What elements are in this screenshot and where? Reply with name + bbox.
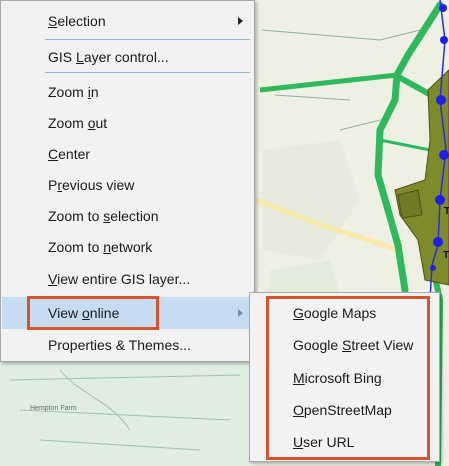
network-label: T	[444, 206, 449, 217]
menu-item-view-online[interactable]: View online	[2, 297, 253, 329]
submenu-item-google-street-view[interactable]: Google Street View	[250, 331, 439, 359]
menu-item-view-entire-gis-layer[interactable]: View entire GIS layer...	[2, 265, 253, 293]
menu-separator	[45, 39, 250, 40]
menu-item-selection[interactable]: Selection	[2, 7, 253, 35]
submenu-item-microsoft-bing[interactable]: Microsoft Bing	[250, 364, 439, 392]
menu-item-zoom-to-selection[interactable]: Zoom to selection	[2, 202, 253, 230]
menu-item-properties-themes[interactable]: Properties & Themes...	[2, 331, 253, 359]
submenu-arrow-icon	[238, 17, 243, 25]
menu-item-previous-view[interactable]: Previous view	[2, 171, 253, 199]
context-menu: Selection GIS Layer control... Zoom in Z…	[0, 0, 255, 362]
view-online-submenu: Google Maps Google Street View Microsoft…	[249, 292, 440, 462]
menu-separator	[45, 72, 250, 73]
submenu-item-user-url[interactable]: User URL	[250, 428, 439, 456]
submenu-arrow-icon	[238, 309, 243, 317]
network-label: T	[443, 250, 449, 261]
menu-item-zoom-in[interactable]: Zoom in	[2, 78, 253, 106]
submenu-item-openstreetmap[interactable]: OpenStreetMap	[250, 396, 439, 424]
place-label: Hempton Farm	[30, 405, 77, 412]
menu-item-zoom-out[interactable]: Zoom out	[2, 109, 253, 137]
menu-item-gis-layer-control[interactable]: GIS Layer control...	[2, 43, 253, 71]
menu-item-zoom-to-network[interactable]: Zoom to network	[2, 233, 253, 261]
submenu-item-google-maps[interactable]: Google Maps	[250, 299, 439, 327]
menu-item-center[interactable]: Center	[2, 140, 253, 168]
